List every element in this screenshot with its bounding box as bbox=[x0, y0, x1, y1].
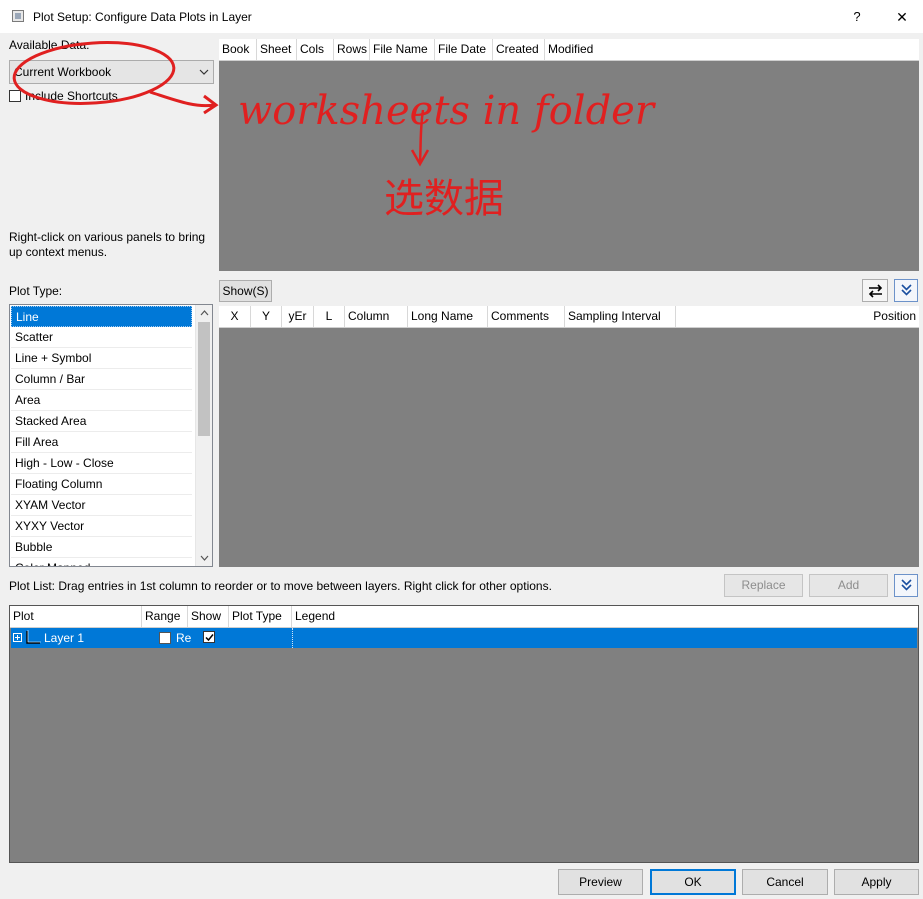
annotation-circle bbox=[12, 41, 176, 105]
annotation-overlay: worksheets in folder 选数据 bbox=[12, 41, 657, 222]
annotation-note: worksheets in folder bbox=[238, 88, 657, 134]
annotation-chinese-note: 选数据 bbox=[384, 176, 504, 222]
annotation-arrow bbox=[149, 90, 215, 108]
